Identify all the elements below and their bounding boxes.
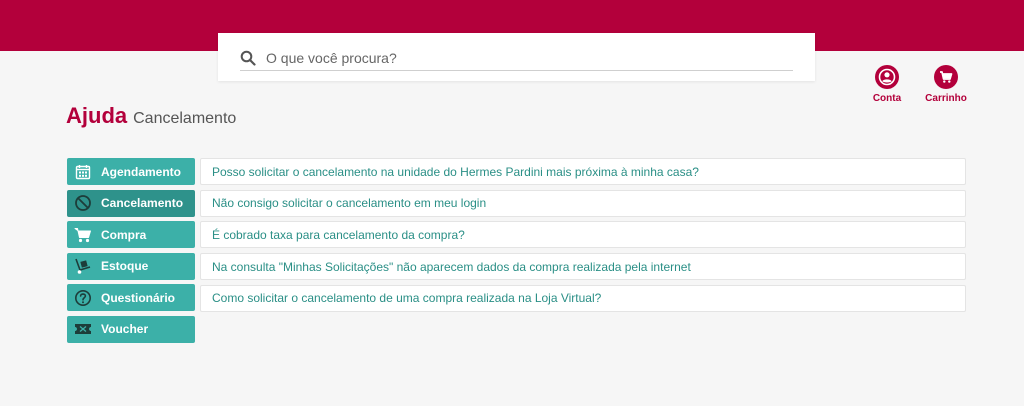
sidebar-item-questionario[interactable]: Questionário [67,284,195,311]
faq-question-item[interactable]: Não consigo solicitar o cancelamento em … [200,189,966,217]
sidebar-item-label: Cancelamento [101,196,184,210]
hand-truck-icon [74,257,92,275]
sidebar-item-label: Voucher [101,322,149,336]
search-box [218,33,815,81]
faq-question-text: Como solicitar o cancelamento de uma com… [212,291,602,306]
sidebar-item-cancelamento[interactable]: Cancelamento [67,189,195,217]
sidebar-item-agendamento[interactable]: Agendamento [67,158,195,185]
cart-icon [74,226,92,244]
search-field [240,45,793,71]
faq-question-item[interactable]: É cobrado taxa para cancelamento da comp… [200,221,966,249]
help-category-sidebar: Agendamento Cancelamento Compra Estoque … [67,158,195,347]
account-icon [875,65,899,89]
search-input[interactable] [266,47,766,68]
cart-button[interactable]: Carrinho [916,65,976,107]
faq-question-text: Posso solicitar o cancelamento na unidad… [212,164,699,179]
ticket-icon [74,320,92,338]
page-title-main: Ajuda [66,103,128,128]
faq-question-item[interactable]: Como solicitar o cancelamento de uma com… [200,284,966,312]
sidebar-item-label: Questionário [101,290,176,305]
account-button[interactable]: Conta [857,65,917,107]
sidebar-item-voucher[interactable]: Voucher [67,315,195,343]
sidebar-item-label: Compra [101,227,147,242]
search-icon[interactable] [240,50,256,66]
cart-label: Carrinho [925,93,967,104]
faq-question-item[interactable]: Na consulta "Minhas Solicitações" não ap… [200,253,966,281]
cancel-icon [74,194,92,212]
sidebar-item-label: Estoque [101,259,149,273]
faq-question-list: Posso solicitar o cancelamento na unidad… [200,158,966,316]
calendar-icon [74,163,92,181]
faq-question-text: Não consigo solicitar o cancelamento em … [212,196,487,211]
faq-question-text: Na consulta "Minhas Solicitações" não ap… [212,259,691,274]
sidebar-item-estoque[interactable]: Estoque [67,252,195,280]
page-title-subtitle: Cancelamento [133,110,237,127]
cart-icon [934,65,958,89]
question-icon [74,289,92,307]
faq-question-text: É cobrado taxa para cancelamento da comp… [212,227,465,242]
faq-question-item[interactable]: Posso solicitar o cancelamento na unidad… [200,158,966,185]
page-title: Ajuda Cancelamento [66,103,236,131]
sidebar-item-compra[interactable]: Compra [67,221,195,248]
sidebar-item-label: Agendamento [101,164,182,179]
account-label: Conta [872,93,902,104]
